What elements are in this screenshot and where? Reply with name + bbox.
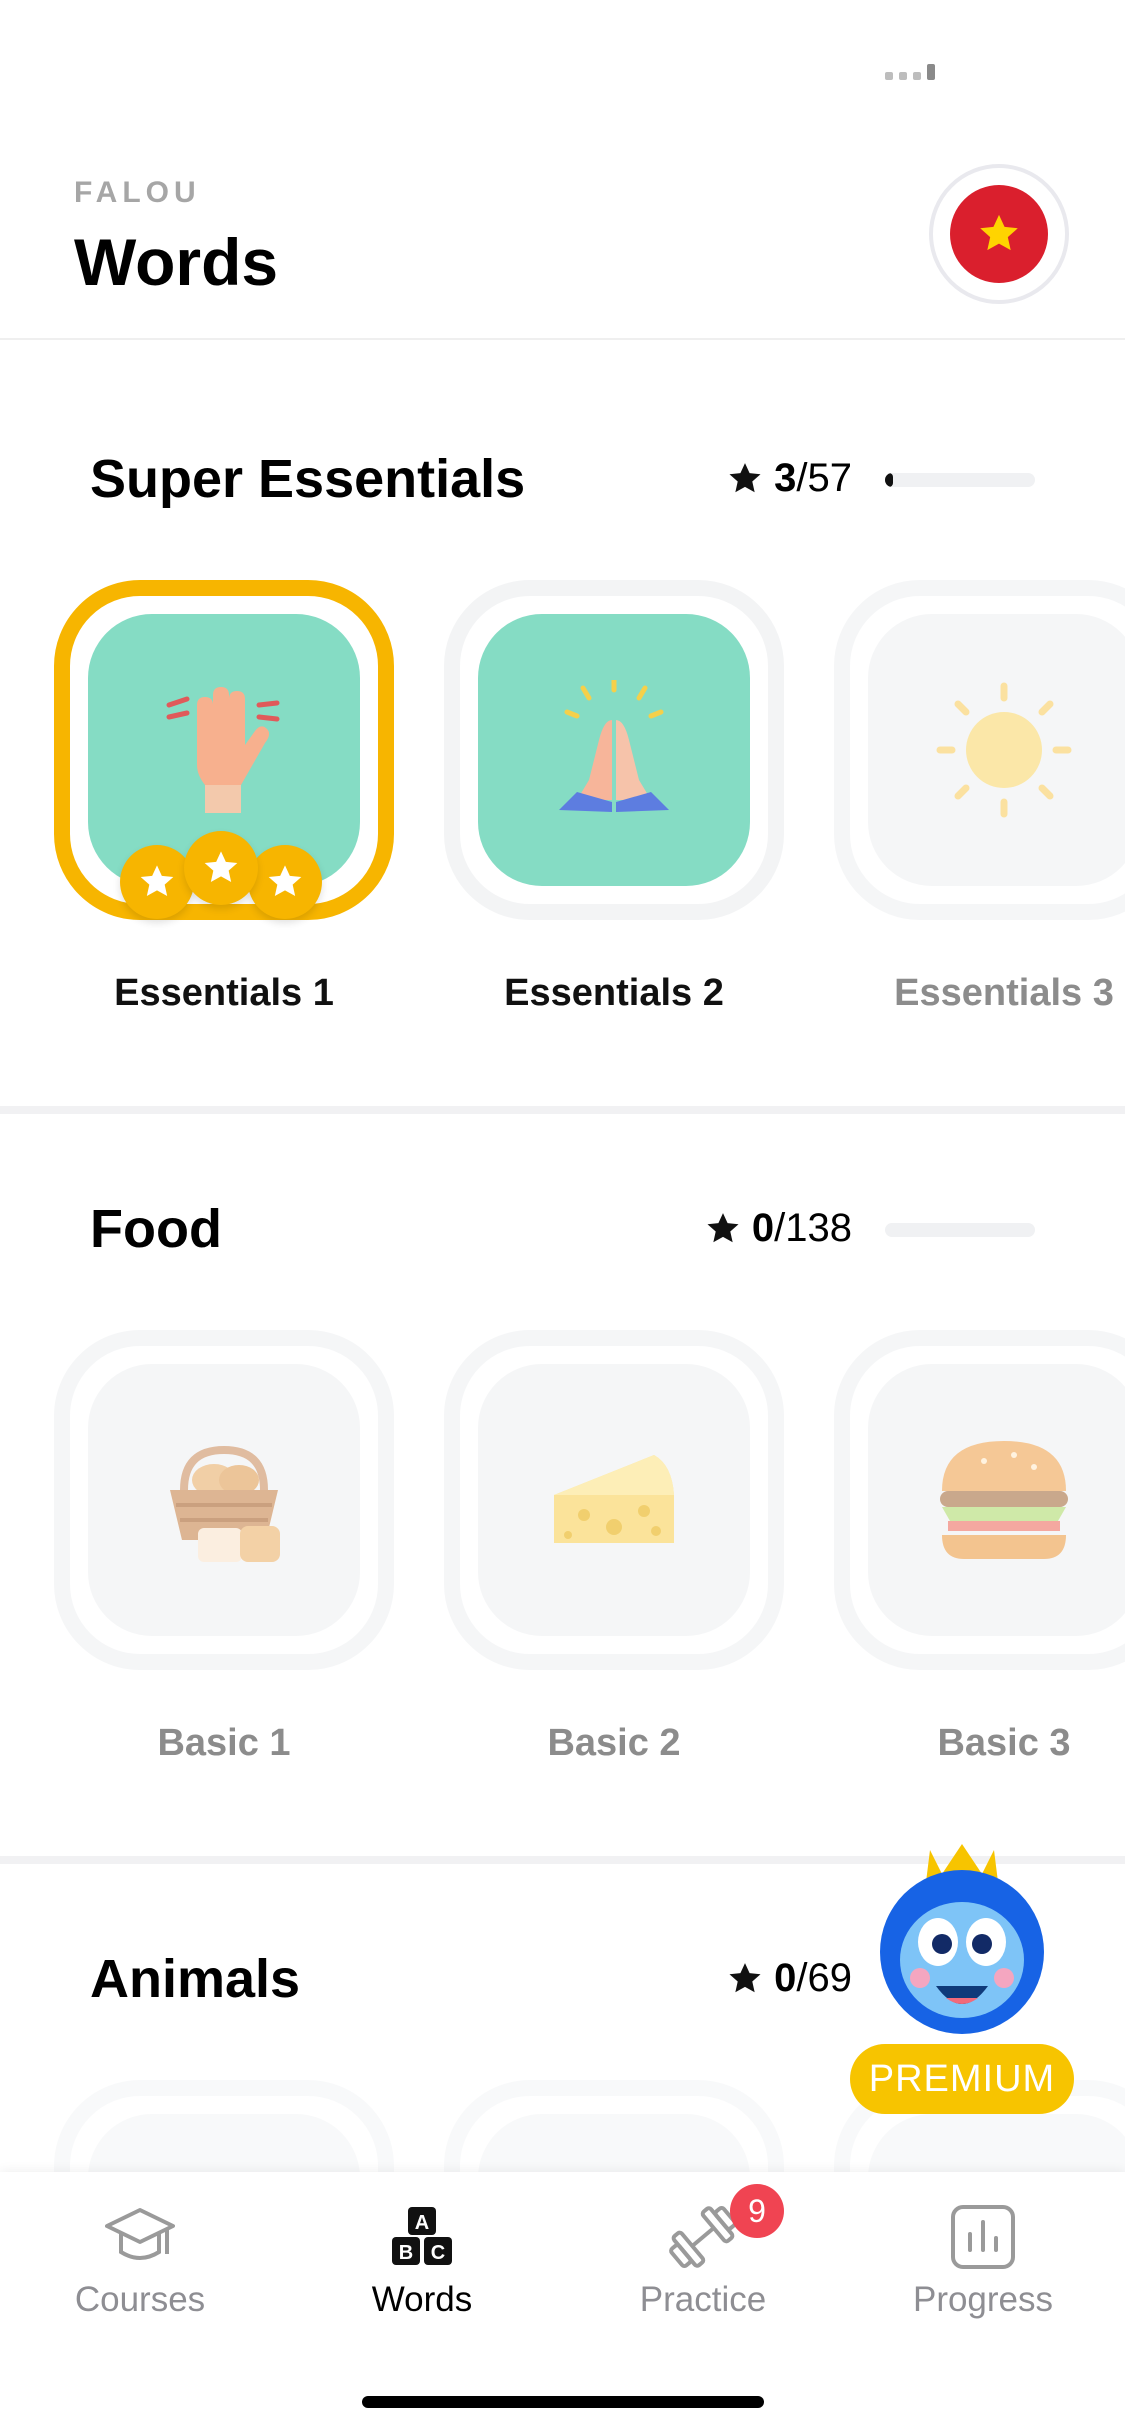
bread-basket-icon (170, 1445, 280, 1562)
tab-label: Words (371, 2280, 473, 2319)
star-icon (120, 845, 194, 919)
tile-basic-1[interactable] (54, 1330, 394, 1670)
app-label: FALOU (74, 176, 201, 209)
tab-label: Practice (639, 2280, 767, 2319)
tab-courses[interactable]: Courses (15, 2202, 265, 2320)
sun-icon (936, 682, 1072, 818)
score-current: 0 (751, 1206, 775, 1250)
score-total: /69 (796, 1956, 852, 2000)
star-icon (729, 1962, 761, 1992)
abc-blocks-icon: A B C (392, 2207, 452, 2265)
tile-label: Basic 3 (937, 1722, 1071, 1764)
tab-practice[interactable]: Practice (578, 2202, 828, 2320)
section-score: 0/69 (726, 1956, 852, 2001)
progress-fill (885, 473, 893, 487)
tab-progress[interactable]: Progress (858, 2202, 1108, 2320)
vietnam-flag-icon (950, 185, 1048, 283)
svg-text:C: C (431, 2242, 445, 2264)
practice-badge: 9 (730, 2184, 784, 2238)
monkey-mascot-icon (880, 1844, 1044, 2034)
bar-chart-icon (951, 2205, 1015, 2269)
burger-icon (940, 1441, 1068, 1559)
tile-label: Basic 2 (547, 1722, 681, 1764)
star-rating (120, 831, 322, 919)
tile-essentials-3[interactable] (834, 580, 1125, 920)
page-title: Words (74, 225, 279, 299)
raised-hand-icon (166, 687, 280, 813)
score-total: /57 (796, 456, 852, 500)
section-score: 3/57 (726, 456, 852, 501)
section-title-food: Food (90, 1199, 222, 1259)
section-title-animals: Animals (90, 1949, 301, 2009)
language-flag-button[interactable] (929, 164, 1069, 304)
star-icon (184, 831, 258, 905)
tile-label: Basic 1 (157, 1722, 291, 1764)
tab-label: Progress (912, 2280, 1054, 2319)
tile-basic-2[interactable] (444, 1330, 784, 1670)
tab-label: Courses (74, 2280, 206, 2319)
star-icon (248, 845, 322, 919)
section-score: 0/138 (704, 1206, 852, 1251)
star-icon (729, 462, 761, 492)
header-divider (0, 338, 1125, 340)
section-progress-bar (885, 1223, 1035, 1237)
score-current: 3 (774, 456, 797, 500)
section-divider (0, 1106, 1125, 1114)
home-indicator (362, 2396, 764, 2408)
tile-label: Essentials 2 (504, 972, 724, 1014)
svg-text:B: B (399, 2242, 413, 2264)
tile-label: Essentials 1 (114, 972, 334, 1014)
star-icon (707, 1212, 739, 1242)
section-title-super-essentials: Super Essentials (90, 449, 526, 509)
tile-basic-3[interactable] (834, 1330, 1125, 1670)
tab-words[interactable]: A B C Words (297, 2202, 547, 2320)
premium-label: PREMIUM (850, 2044, 1074, 2114)
cheese-icon (554, 1455, 674, 1543)
status-indicator (885, 64, 935, 80)
tile-label: Essentials 3 (894, 972, 1114, 1014)
score-total: /138 (774, 1206, 852, 1250)
tile-essentials-2[interactable] (444, 580, 784, 920)
score-current: 0 (774, 1956, 797, 2000)
graduation-cap-icon (105, 2208, 175, 2260)
section-progress-bar (885, 473, 1035, 487)
svg-text:A: A (415, 2212, 429, 2234)
premium-button[interactable]: PREMIUM (850, 1830, 1080, 2114)
praying-hands-icon (559, 680, 669, 812)
